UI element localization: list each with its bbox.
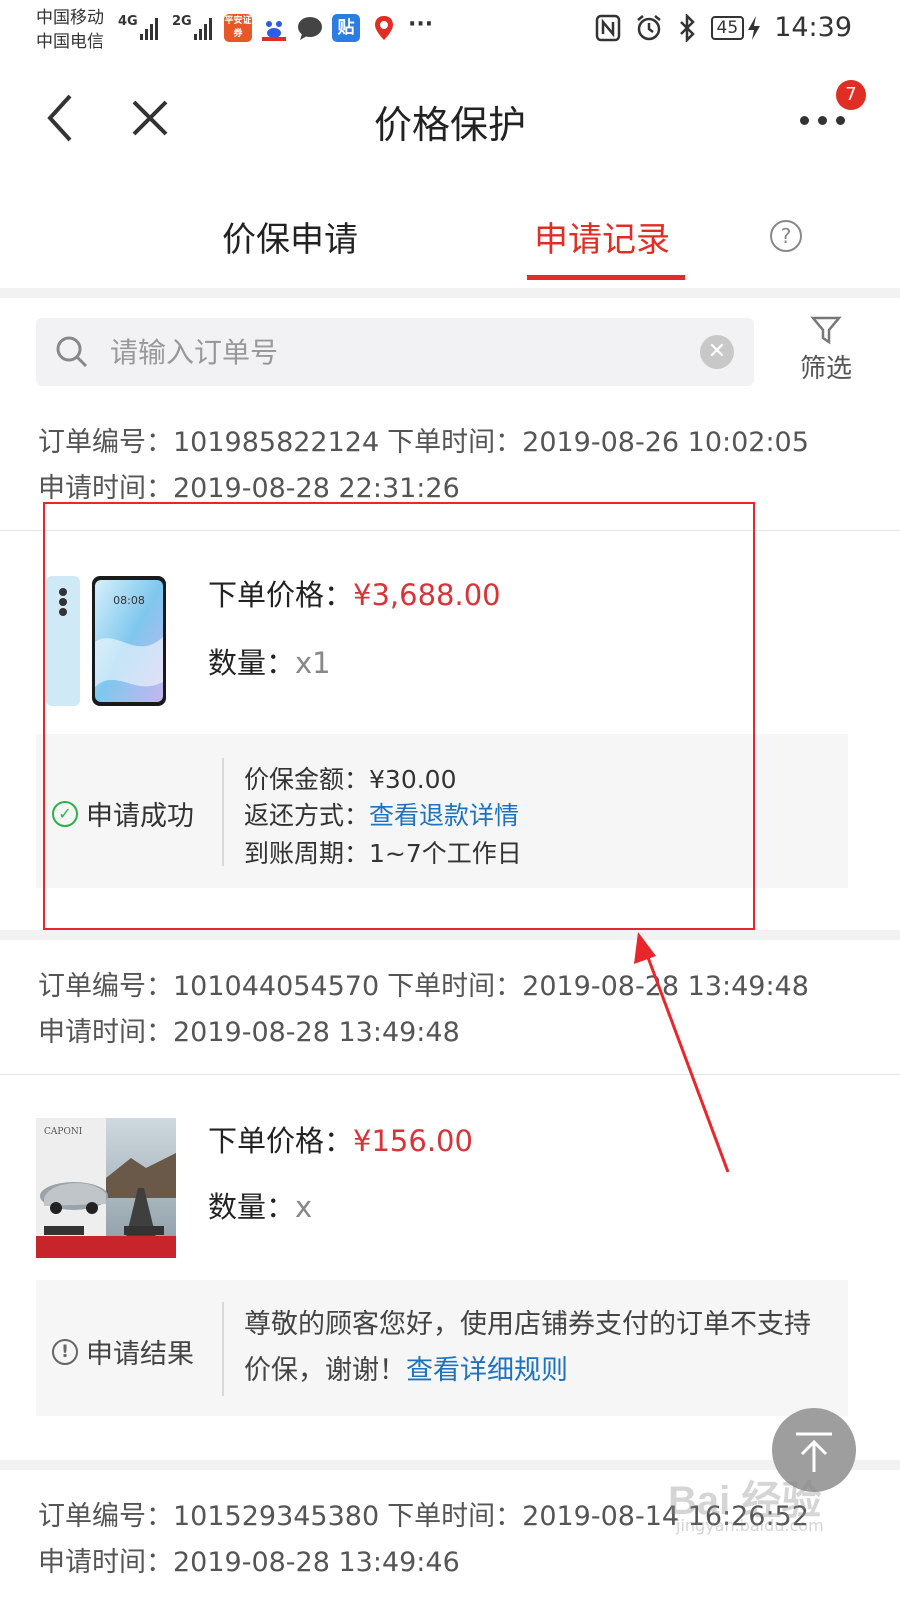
apply-time: 2019-08-28 13:49:48: [173, 1017, 460, 1048]
protection-result-box: ! 申请结果 尊敬的顾客您好，使用店铺券支付的订单不支持价保，谢谢！查看详细规则: [36, 1280, 848, 1416]
info-circle-icon: !: [52, 1338, 78, 1365]
clock: 14:39: [774, 12, 852, 43]
battery-level: 45: [710, 15, 745, 40]
status-right: 45 14:39: [595, 12, 852, 43]
tieba-app-icon: 贴: [332, 14, 360, 42]
product-image-car[interactable]: CAPONI: [36, 1118, 176, 1258]
apply-time-label: 申请时间：: [38, 1017, 173, 1048]
search-icon: [56, 336, 88, 368]
order-number-label: 订单编号：: [38, 427, 173, 458]
annotation-highlight-box: [43, 502, 755, 930]
order-number: 101044054570: [173, 971, 380, 1002]
divider: [0, 288, 900, 298]
divider: [0, 930, 900, 940]
order-price: 下单价格：¥156.00: [208, 1118, 473, 1160]
price-value: ¥156.00: [353, 1124, 473, 1158]
carrier-2: 中国电信: [36, 32, 104, 52]
pingan-app-icon: 平安证券: [224, 14, 252, 42]
help-icon[interactable]: ?: [770, 220, 802, 252]
status-bar: 中国移动 中国电信 4G 2G 平安证券 贴 ··· 45 14:39: [0, 0, 900, 62]
carrier-labels: 中国移动 中国电信: [36, 6, 104, 54]
product-brand-text: CAPONI: [44, 1127, 83, 1137]
vertical-divider: [222, 1302, 224, 1396]
carrier-1: 中国移动: [36, 8, 104, 28]
alarm-icon: [636, 14, 661, 40]
apply-time-label: 申请时间：: [38, 1547, 173, 1578]
page-title: 价格保护: [373, 103, 526, 147]
notification-badge: 7: [836, 80, 866, 110]
clear-input-icon[interactable]: ✕: [700, 335, 734, 369]
apply-time-label: 申请时间：: [38, 473, 173, 504]
apply-time: 2019-08-28 22:31:26: [173, 473, 460, 504]
nav-bar: 价格保护: [0, 62, 900, 172]
apply-time: 2019-08-28 13:49:46: [173, 1547, 460, 1578]
status-result: ! 申请结果: [52, 1332, 194, 1371]
nfc-icon: [595, 14, 620, 41]
baidu-app-icon: [260, 14, 288, 42]
price-label: 下单价格：: [208, 1124, 354, 1158]
message-app-icon: [296, 14, 324, 42]
tab-bar: 价保申请 申请记录 ?: [0, 172, 900, 287]
signal-bars-2-icon: [194, 16, 212, 40]
watermark-subtext: jingyan.baidu.com: [676, 1516, 824, 1535]
filter-icon: [810, 316, 842, 345]
annotation-arrow-icon: [634, 932, 730, 1173]
order-time: 2019-08-26 10:02:05: [522, 427, 809, 458]
filter-button[interactable]: 筛选: [786, 314, 866, 394]
search-input[interactable]: [108, 328, 668, 376]
tab-price-protect-apply[interactable]: 价保申请: [222, 212, 358, 261]
order-number: 101985822124: [173, 427, 380, 458]
active-tab-indicator: [527, 275, 685, 280]
more-notifications-icon: ···: [408, 12, 434, 37]
result-message: 尊敬的顾客您好，使用店铺券支付的订单不支持价保，谢谢！查看详细规则: [244, 1302, 814, 1394]
signal-bars-1-icon: [140, 16, 158, 40]
watermark: Bai 经验 jingyan.baidu.com: [668, 1468, 848, 1538]
network-type-1: 4G: [118, 14, 138, 29]
order-quantity: 数量：x: [208, 1184, 312, 1226]
search-bar: ✕: [36, 318, 754, 386]
filter-label: 筛选: [799, 354, 852, 384]
row-divider: [0, 1074, 900, 1075]
order-number-label: 订单编号：: [38, 1501, 173, 1532]
order-meta: 订单编号：101985822124 下单时间：2019-08-26 10:02:0…: [38, 420, 809, 512]
map-pin-app-icon: [370, 14, 398, 42]
order-time-label: 下单时间：: [387, 427, 523, 458]
view-rules-link[interactable]: 查看详细规则: [406, 1355, 568, 1386]
order-time-label: 下单时间：: [387, 1501, 523, 1532]
quantity-label: 数量：: [208, 1190, 296, 1224]
quantity-value: x: [295, 1190, 313, 1224]
status-text: 申请结果: [86, 1339, 194, 1370]
bluetooth-icon: [679, 13, 695, 42]
order-number-label: 订单编号：: [38, 971, 173, 1002]
network-type-2: 2G: [172, 14, 192, 29]
tab-apply-record[interactable]: 申请记录: [534, 212, 670, 261]
order-number: 101529345380: [173, 1501, 380, 1532]
order-time-label: 下单时间：: [387, 971, 523, 1002]
charging-icon: [748, 15, 761, 40]
